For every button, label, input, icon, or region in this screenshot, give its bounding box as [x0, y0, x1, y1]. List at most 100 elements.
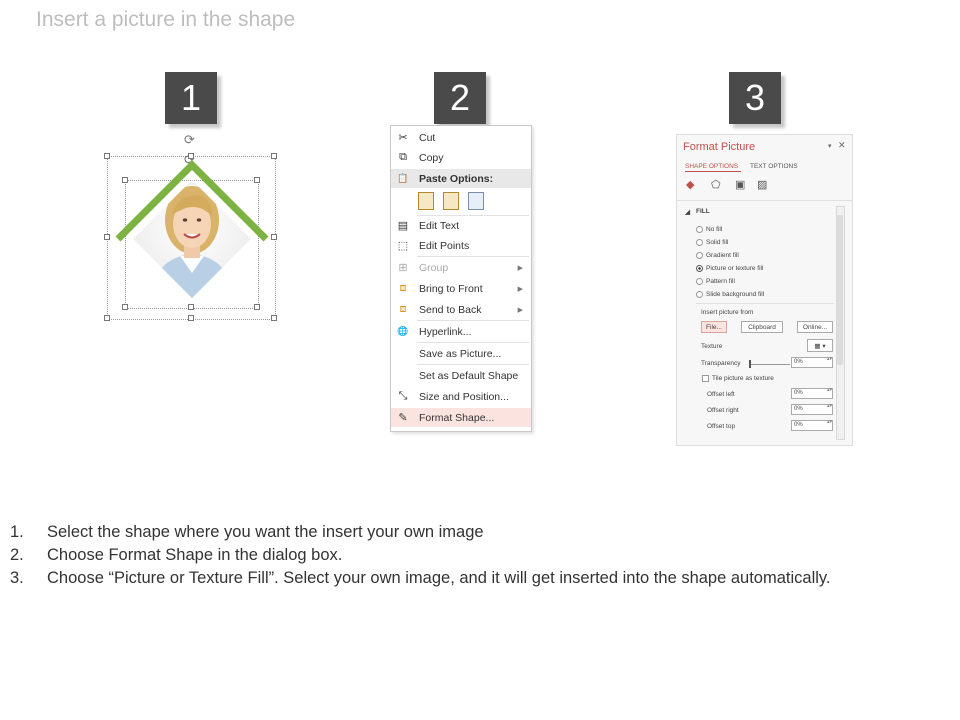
picture-icon[interactable]: ▨ — [757, 178, 767, 191]
clipboard-button[interactable]: Clipboard — [741, 321, 783, 333]
offset-right-spinner[interactable]: 0% — [791, 404, 833, 415]
step-badge-2: 2 — [434, 72, 486, 124]
instruction-text: Choose Format Shape in the dialog box. — [47, 546, 343, 564]
menu-item-label: Format Shape... — [419, 411, 495, 424]
submenu-arrow-icon: ▶ — [517, 285, 523, 293]
radio-gradient-fill[interactable] — [696, 252, 703, 259]
offset-right-label: Offset right — [707, 407, 739, 414]
menu-item-edit-text[interactable]: ▤ Edit Text — [391, 216, 531, 235]
menu-item-edit-points[interactable]: ⬚ Edit Points — [391, 236, 531, 255]
menu-item-cut[interactable]: ✂ Cut — [391, 128, 531, 147]
resize-handle[interactable] — [271, 315, 277, 321]
offset-top-label: Offset top — [707, 423, 736, 430]
pane-options-icon[interactable]: ▾ — [828, 142, 832, 150]
instruction-number: 1. — [10, 523, 24, 541]
menu-item-save-as-picture[interactable]: Save as Picture... — [391, 344, 531, 363]
close-icon[interactable]: ✕ — [838, 140, 846, 151]
active-tab-underline — [685, 171, 741, 172]
scissors-icon: ✂ — [398, 132, 408, 144]
radio-label: Gradient fill — [706, 252, 739, 259]
section-fill-heading[interactable]: FILL — [696, 208, 710, 215]
radio-label: Pattern fill — [706, 278, 735, 285]
paste-picture-icon[interactable] — [468, 192, 484, 210]
texture-swatch-icon: ▦ ▾ — [814, 342, 826, 350]
resize-handle[interactable] — [188, 304, 194, 310]
bring-to-front-icon: ⧈ — [399, 282, 407, 294]
submenu-arrow-icon: ▶ — [517, 264, 523, 272]
menu-item-label: Cut — [419, 131, 436, 144]
group-icon: ⊞ — [398, 262, 408, 274]
step-badge-1: 1 — [165, 72, 217, 124]
effects-icon[interactable]: ⬠ — [711, 178, 721, 191]
menu-item-label: Edit Points — [419, 239, 470, 252]
menu-item-group[interactable]: ⊞ Group ▶ — [391, 258, 531, 277]
resize-handle[interactable] — [188, 153, 194, 159]
edit-points-icon: ⬚ — [397, 240, 409, 252]
menu-item-bring-to-front[interactable]: ⧈ Bring to Front ▶ — [391, 279, 531, 298]
menu-item-label: Size and Position... — [419, 390, 509, 403]
resize-handle[interactable] — [122, 177, 128, 183]
resize-handle[interactable] — [271, 153, 277, 159]
menu-separator — [417, 342, 529, 343]
menu-item-label: Copy — [419, 151, 444, 164]
menu-item-set-default-shape[interactable]: Set as Default Shape — [391, 366, 531, 385]
size-properties-icon[interactable]: ▣ — [735, 178, 745, 191]
menu-item-label: Bring to Front — [419, 282, 483, 295]
menu-item-copy[interactable]: ⧉ Copy — [391, 148, 531, 167]
resize-handle[interactable] — [104, 153, 110, 159]
menu-item-format-shape[interactable]: ✎ Format Shape... — [391, 408, 531, 427]
paste-keep-formatting-icon[interactable] — [418, 192, 434, 210]
online-button[interactable]: Online... — [797, 321, 833, 333]
file-button[interactable]: File... — [701, 321, 727, 333]
menu-item-size-position[interactable]: ⤡ Size and Position... — [391, 387, 531, 406]
format-picture-pane: Format Picture ▾ ✕ SHAPE OPTIONS TEXT OP… — [676, 134, 853, 446]
radio-solid-fill[interactable] — [696, 239, 703, 246]
transparency-slider[interactable] — [750, 364, 790, 365]
radio-no-fill[interactable] — [696, 226, 703, 233]
offset-left-spinner[interactable]: 0% — [791, 388, 833, 399]
transparency-spinner[interactable]: 0% — [791, 357, 833, 368]
menu-item-send-to-back[interactable]: ⧈ Send to Back ▶ — [391, 300, 531, 319]
menu-header-paste-options: 📋 Paste Options: — [391, 169, 531, 188]
menu-item-hyperlink[interactable]: 🌐 Hyperlink... — [391, 322, 531, 341]
slide-title: Insert a picture in the shape — [36, 8, 296, 31]
menu-item-label: Set as Default Shape — [419, 369, 519, 382]
scroll-thumb[interactable] — [837, 215, 843, 365]
paste-use-destination-icon[interactable] — [443, 192, 459, 210]
paste-icon: 📋 — [397, 173, 409, 183]
menu-separator — [417, 364, 529, 365]
transparency-slider-thumb[interactable] — [749, 360, 751, 368]
resize-handle[interactable] — [254, 177, 260, 183]
section-expand-icon[interactable]: ◢ — [685, 208, 690, 216]
fill-line-icon[interactable]: ◆ — [686, 178, 694, 191]
radio-label: No fill — [706, 226, 723, 233]
resize-handle[interactable] — [104, 234, 110, 240]
radio-label: Solid fill — [706, 239, 729, 246]
resize-handle[interactable] — [271, 234, 277, 240]
tab-shape-options[interactable]: SHAPE OPTIONS — [685, 163, 738, 170]
copy-icon: ⧉ — [399, 151, 407, 163]
submenu-arrow-icon: ▶ — [517, 306, 523, 314]
radio-slide-background-fill[interactable] — [696, 291, 703, 298]
radio-pattern-fill[interactable] — [696, 278, 703, 285]
resize-handle[interactable] — [104, 315, 110, 321]
radio-picture-texture-fill[interactable] — [696, 265, 703, 272]
resize-handle[interactable] — [188, 315, 194, 321]
tab-text-options[interactable]: TEXT OPTIONS — [750, 163, 798, 170]
resize-handle[interactable] — [122, 304, 128, 310]
context-menu: ✂ Cut ⧉ Copy 📋 Paste Options: ▤ Edit Tex… — [390, 125, 532, 432]
tile-checkbox[interactable] — [702, 375, 709, 382]
instruction-number: 3. — [10, 569, 24, 587]
instruction-number: 2. — [10, 546, 24, 564]
offset-top-spinner[interactable]: 0% — [791, 420, 833, 431]
instruction-item: 3. Choose “Picture or Texture Fill”. Sel… — [10, 567, 831, 590]
selected-shape-group[interactable]: ⟳ ⟳ — [100, 128, 285, 328]
offset-left-label: Offset left — [707, 391, 735, 398]
resize-handle[interactable] — [254, 304, 260, 310]
step-badge-3: 3 — [729, 72, 781, 124]
menu-item-label: Paste Options: — [419, 172, 494, 185]
texture-dropdown[interactable]: ▦ ▾ — [807, 339, 833, 352]
menu-separator — [417, 256, 529, 257]
instruction-text: Choose “Picture or Texture Fill”. Select… — [47, 569, 831, 587]
divider — [677, 200, 852, 201]
